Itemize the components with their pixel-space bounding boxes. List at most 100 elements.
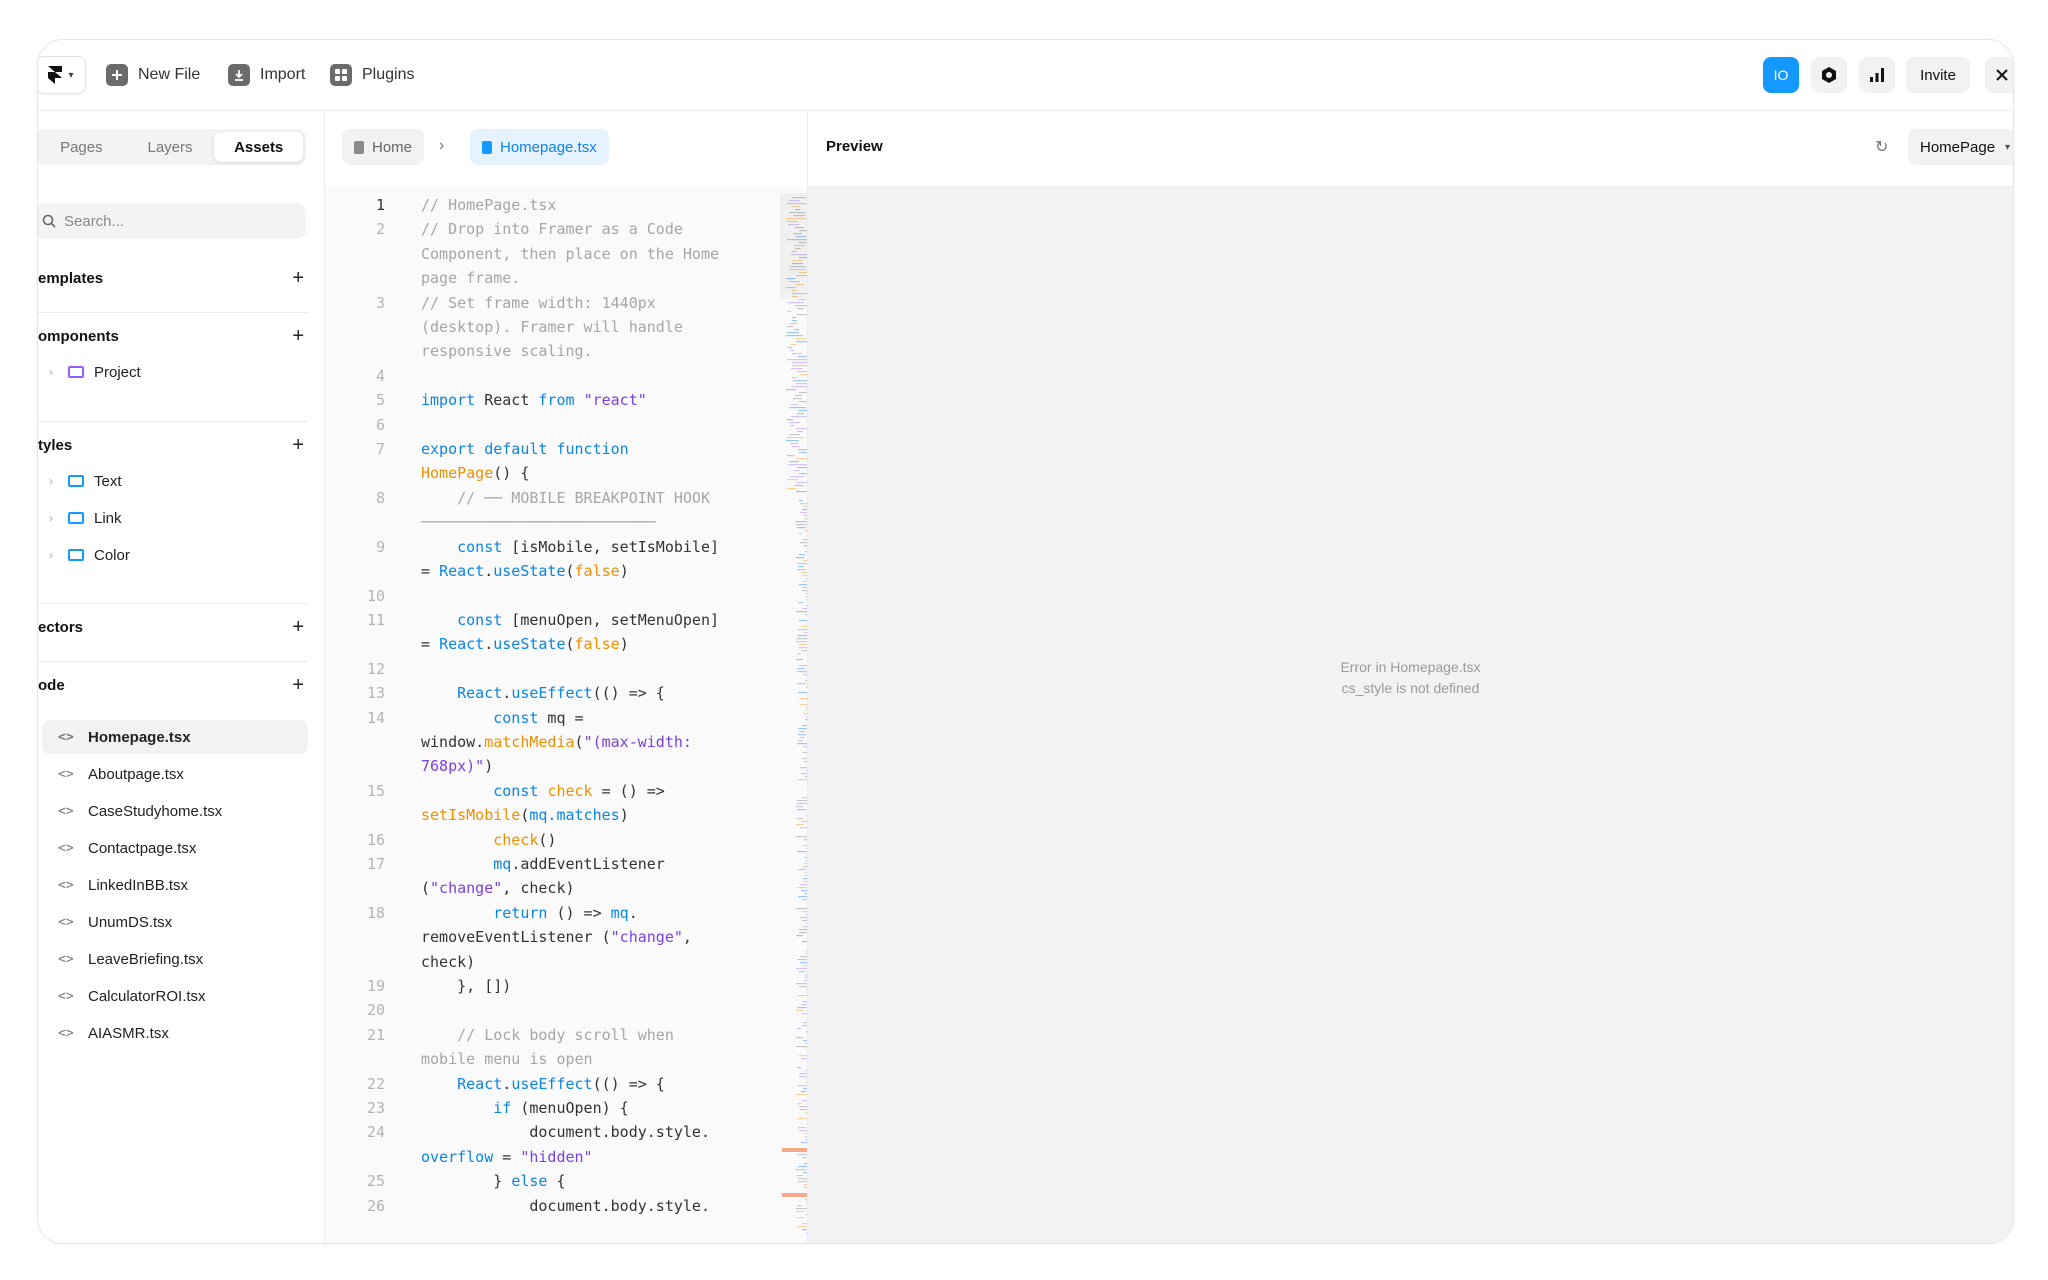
plugins-button[interactable]: Plugins	[330, 62, 414, 88]
minimap-line	[787, 455, 794, 457]
code-file-homepage[interactable]: <> Homepage.tsx	[42, 720, 308, 754]
minimap-line	[796, 983, 807, 985]
minimap-line	[800, 704, 807, 706]
section-components[interactable]: omponents +	[38, 324, 308, 348]
minimap-line	[803, 1040, 807, 1042]
tab-layers[interactable]: Layers	[126, 132, 215, 162]
minimap-line	[798, 1166, 807, 1168]
add-component-icon[interactable]: +	[292, 326, 304, 346]
minimap-line	[801, 821, 807, 823]
code-file-contactpage[interactable]: <> Contactpage.tsx	[42, 831, 308, 865]
add-code-file-icon[interactable]: +	[292, 675, 304, 695]
line-text	[421, 584, 725, 608]
code-file-unumds[interactable]: <> UnumDS.tsx	[42, 905, 308, 939]
minimap-line	[794, 485, 804, 487]
section-templates[interactable]: emplates +	[38, 266, 308, 290]
close-icon	[1996, 69, 2008, 81]
minimap-line	[794, 470, 800, 472]
settings-button[interactable]	[1811, 57, 1847, 93]
refresh-icon[interactable]: ↻	[1875, 137, 1888, 157]
import-button[interactable]: Import	[228, 62, 305, 88]
section-code[interactable]: ode +	[38, 673, 308, 697]
line-number: 25	[366, 1172, 385, 1191]
folder-text[interactable]: › Text	[42, 464, 308, 498]
minimap-line	[797, 1118, 807, 1120]
section-styles[interactable]: tyles +	[38, 433, 308, 457]
code-file-linkedinbb[interactable]: <> LinkedInBB.tsx	[42, 868, 308, 902]
assets-search-input[interactable]: Search...	[38, 203, 306, 239]
minimap-line	[799, 401, 807, 403]
minimap-line	[792, 386, 807, 388]
line-number: 13	[366, 684, 385, 703]
minimap-line	[799, 1055, 807, 1057]
new-file-button[interactable]: New File	[106, 62, 200, 88]
minimap-line	[797, 818, 803, 820]
code-file-calculatorroi[interactable]: <> CalculatorROI.tsx	[42, 979, 308, 1013]
minimap-line	[797, 467, 807, 469]
tab-assets[interactable]: Assets	[214, 132, 304, 162]
bar-chart-icon	[1870, 68, 1884, 82]
framer-menu-button[interactable]: ▾	[38, 56, 86, 94]
code-file-casestudyhome[interactable]: <> CaseStudyhome.tsx	[42, 794, 308, 828]
line-text	[421, 998, 725, 1022]
code-file-label: Contactpage.tsx	[88, 839, 197, 857]
minimap-line	[797, 809, 806, 811]
close-button[interactable]	[1985, 57, 2013, 93]
line-number: 23	[366, 1099, 385, 1118]
minimap-line	[799, 986, 807, 988]
divider	[38, 603, 308, 604]
minimap-line	[797, 1154, 807, 1156]
minimap-line	[792, 362, 807, 364]
code-file-aboutpage[interactable]: <> Aboutpage.tsx	[42, 757, 308, 791]
code-line: 13 React.useEffect(() => {	[325, 681, 725, 705]
minimap-line	[800, 503, 807, 505]
breadcrumb-file[interactable]: Homepage.tsx	[470, 129, 609, 165]
page-select-dropdown[interactable]: HomePage ▾	[1908, 129, 2013, 165]
minimap-line	[797, 683, 806, 685]
minimap-line	[797, 653, 801, 655]
add-template-icon[interactable]: +	[292, 268, 304, 288]
minimap-line	[799, 932, 807, 934]
folder-color[interactable]: › Color	[42, 538, 308, 572]
minimap-viewport[interactable]	[780, 193, 808, 298]
section-vectors[interactable]: ectors +	[38, 615, 308, 639]
add-vector-icon[interactable]: +	[292, 617, 304, 637]
minimap-line	[790, 443, 798, 445]
minimap-line	[786, 389, 796, 391]
code-line: 23 if (menuOpen) {	[325, 1096, 725, 1120]
code-line: 8 // ── MOBILE BREAKPOINT HOOK ─────────…	[325, 486, 725, 535]
code-file-aiasmr[interactable]: <> AIASMR.tsx	[42, 1016, 308, 1050]
tab-pages[interactable]: Pages	[38, 132, 126, 162]
minimap-line	[797, 1205, 802, 1207]
line-text: const [isMobile, setIsMobile] = React.us…	[421, 537, 729, 581]
minimap-line	[799, 1106, 807, 1108]
hexagon-settings-icon	[1822, 67, 1836, 83]
analytics-button[interactable]	[1859, 57, 1895, 93]
code-line: 7 export default function HomePage() {	[325, 437, 725, 486]
code-text-area[interactable]: 1 // HomePage.tsx 2// Drop into Framer as …	[325, 193, 725, 1218]
minimap-line	[796, 521, 807, 523]
code-file-leavebriefing[interactable]: <> LeaveBriefing.tsx	[42, 942, 308, 976]
new-file-label: New File	[138, 66, 201, 83]
minimap-line	[788, 464, 807, 466]
code-minimap[interactable]	[780, 193, 808, 1243]
code-line: 21 // Lock body scroll when mobile menu …	[325, 1023, 725, 1072]
minimap-line	[796, 1010, 804, 1012]
code-file-label: AIASMR.tsx	[88, 1024, 169, 1042]
folder-link[interactable]: › Link	[42, 501, 308, 535]
io-avatar-button[interactable]: IO	[1763, 57, 1799, 93]
breadcrumb-home[interactable]: Home	[342, 129, 425, 165]
minimap-line	[790, 350, 794, 352]
code-file-label: Homepage.tsx	[88, 728, 191, 746]
add-style-icon[interactable]: +	[292, 435, 304, 455]
code-line: 6	[325, 413, 725, 437]
line-text: if (menuOpen) {	[493, 1099, 629, 1118]
line-text: const [menuOpen, setMenuOpen] = React.us…	[421, 610, 729, 654]
minimap-line	[800, 512, 807, 514]
minimap-line	[796, 1037, 803, 1039]
invite-button[interactable]: Invite	[1906, 57, 1970, 93]
folder-project[interactable]: › Project	[42, 355, 308, 389]
minimap-line	[797, 851, 807, 853]
code-file-label: LinkedInBB.tsx	[88, 876, 189, 894]
minimap-line	[796, 524, 807, 526]
